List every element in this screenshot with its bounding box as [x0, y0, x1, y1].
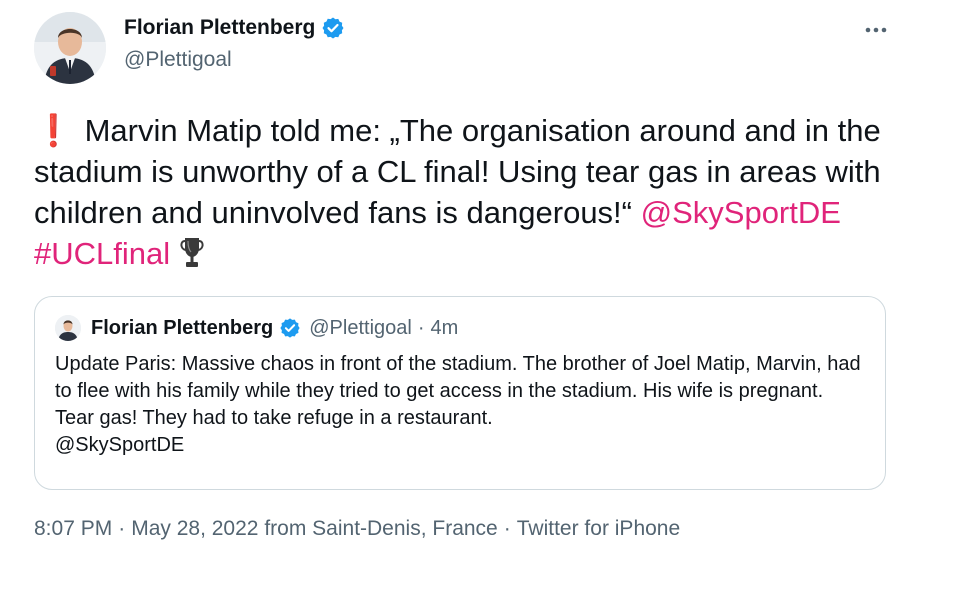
- quoted-tweet-text: Update Paris: Massive chaos in front of …: [55, 351, 865, 459]
- tweet-location[interactable]: from Saint-Denis, France: [264, 517, 497, 540]
- hashtag-link[interactable]: #UCLfinal: [34, 236, 170, 271]
- quoted-tweet-body: Update Paris: Massive chaos in front of …: [55, 353, 861, 429]
- meta-separator: ·: [503, 517, 511, 540]
- quoted-tweet-card[interactable]: Florian Plettenberg @Plettigoal · 4m Upd…: [34, 296, 886, 490]
- tweet-meta: 8:07 PM · May 28, 2022 from Saint-Denis, F…: [34, 517, 680, 541]
- more-options-icon[interactable]: [860, 16, 892, 44]
- quoted-timestamp[interactable]: 4m: [431, 317, 459, 340]
- quoted-separator: ·: [417, 316, 425, 339]
- quoted-mention: @SkySportDE: [55, 434, 185, 456]
- verified-badge-icon: [279, 317, 301, 339]
- avatar-image: [34, 12, 106, 84]
- tweet-text: ❗ Marvin Matip told me: „The organisation…: [34, 110, 914, 280]
- trophy-emoji: [178, 236, 206, 280]
- red-exclamation-emoji: ❗: [34, 113, 73, 148]
- author-avatar[interactable]: [34, 12, 106, 84]
- author-name-row: Florian Plettenberg: [124, 16, 345, 40]
- quoted-display-name[interactable]: Florian Plettenberg: [91, 317, 273, 340]
- verified-badge-icon: [321, 16, 345, 40]
- author-display-name[interactable]: Florian Plettenberg: [124, 16, 315, 40]
- quoted-tweet-header: Florian Plettenberg @Plettigoal · 4m: [55, 315, 458, 341]
- meta-separator: ·: [118, 517, 126, 540]
- mention-link[interactable]: @SkySportDE: [641, 195, 841, 230]
- tweet-time[interactable]: 8:07 PM: [34, 517, 112, 540]
- quoted-author-avatar[interactable]: [55, 315, 81, 341]
- quoted-handle[interactable]: @Plettigoal: [309, 317, 412, 340]
- tweet-date[interactable]: May 28, 2022: [131, 517, 258, 540]
- tweet-source[interactable]: Twitter for iPhone: [517, 517, 680, 540]
- author-handle[interactable]: @Plettigoal: [124, 48, 232, 72]
